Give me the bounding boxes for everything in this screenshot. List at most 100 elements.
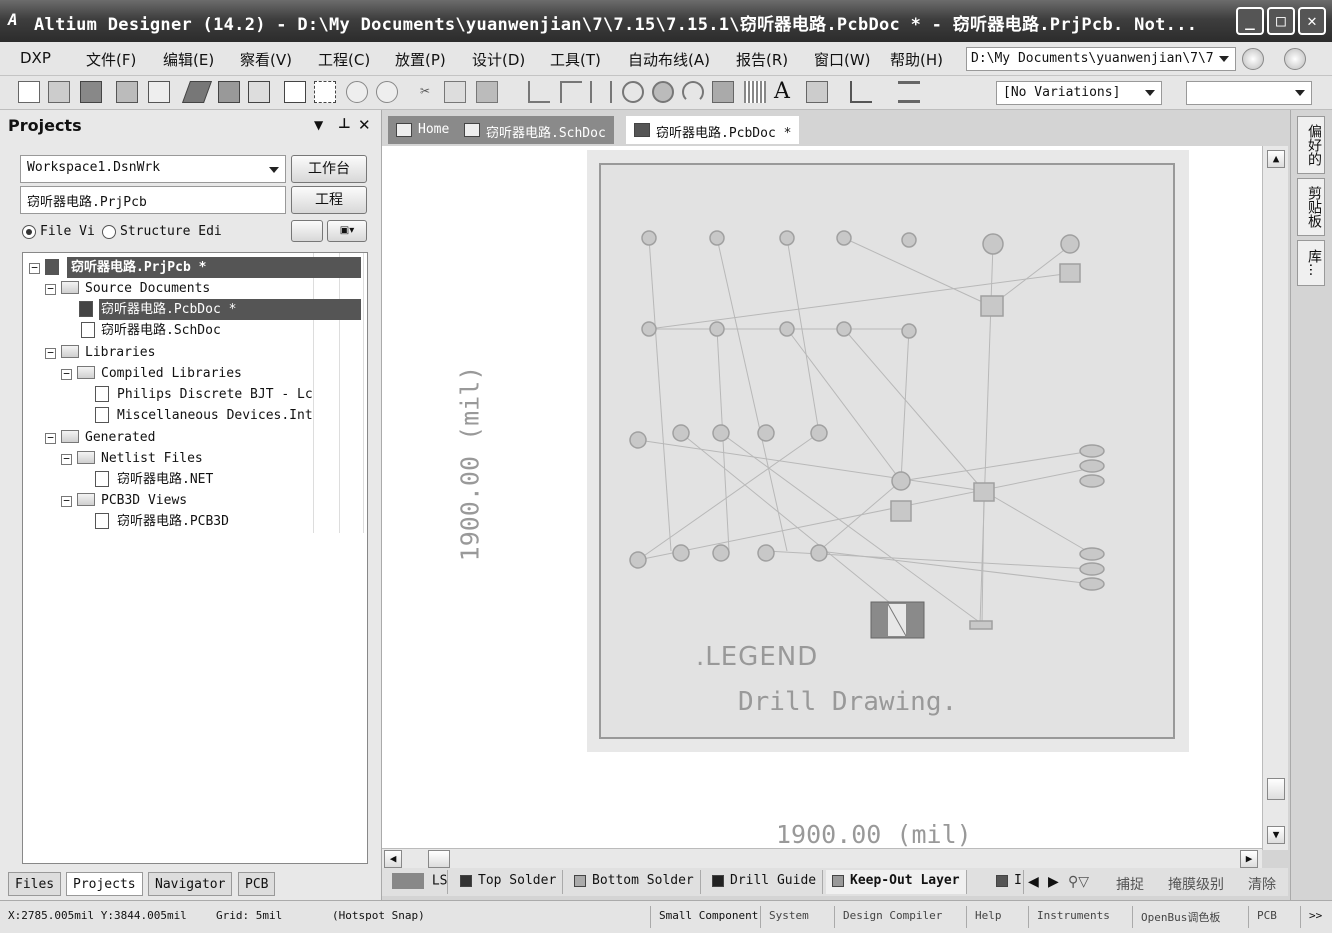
dock-clipboard[interactable]: 剪贴板 [1297,178,1325,236]
dock-libraries[interactable]: 库... [1297,240,1325,286]
collapse-icon[interactable]: − [45,283,56,295]
workspace-select[interactable]: Workspace1.DsnWrk [20,155,286,183]
project-options-icon[interactable]: ▣▾ [327,220,367,242]
paste-icon[interactable] [476,81,498,103]
panel-menu-icon[interactable]: ▼ [314,118,323,132]
menu-place[interactable]: 放置(P) [395,49,446,70]
back-icon[interactable] [1242,48,1264,70]
collapse-icon[interactable]: − [61,453,72,465]
menu-view[interactable]: 察看(V) [240,49,292,70]
variations-select[interactable]: [No Variations] [996,81,1162,105]
route-icon[interactable] [528,81,550,103]
zoom-area-icon[interactable] [314,81,336,103]
layers-icon[interactable] [181,81,213,103]
tree-item-netlist-files[interactable]: Netlist Files [101,448,203,469]
menu-autoroute[interactable]: 自动布线(A) [628,49,710,70]
scroll-left-icon[interactable]: ◀ [384,850,402,868]
tree-item-pcb3d-views[interactable]: PCB3D Views [101,490,187,511]
close-button[interactable]: ✕ [1298,7,1326,35]
board-icon[interactable] [218,81,240,103]
collapse-icon[interactable]: − [45,347,56,359]
status-openbus-button[interactable]: OpenBus调色板 [1132,906,1228,928]
menu-project[interactable]: 工程(C) [318,49,370,70]
text-icon[interactable]: A [774,81,796,103]
path-combo[interactable]: D:\My Documents\yuanwenjian\7\7 [966,47,1236,71]
status-pcb-button[interactable]: PCB [1248,906,1285,928]
snap-button[interactable]: 捕捉 [1116,874,1144,894]
workspace-button[interactable]: 工作台 [291,155,367,183]
minimize-button[interactable]: _ [1236,7,1264,35]
tab-pcbdoc[interactable]: 窃听器电路.PcbDoc * [626,116,800,144]
component-icon[interactable] [806,81,828,103]
layer-tab-drill-guide[interactable]: Drill Guide [706,870,824,894]
menu-tools[interactable]: 工具(T) [550,49,601,70]
clear-button[interactable]: 清除 [1248,874,1276,894]
tab-projects[interactable]: Projects [66,872,143,896]
pin-icon[interactable]: ⊥ [338,116,351,132]
zoom-select-icon[interactable] [346,81,368,103]
menu-help[interactable]: 帮助(H) [890,49,943,70]
status-system-button[interactable]: System [760,906,817,928]
tree-item-misc-devices[interactable]: Miscellaneous Devices.Int [117,405,313,426]
close-icon[interactable]: ✕ [358,116,371,134]
status-help-button[interactable]: Help [966,906,1010,928]
filter-icon[interactable]: ⚲▽ [1068,874,1089,890]
layer-tab-bottom-solder[interactable]: Bottom Solder [568,870,701,894]
save-icon[interactable] [80,81,102,103]
zoom-fit-icon[interactable] [284,81,306,103]
scroll-right-icon[interactable]: ▶ [1240,850,1258,868]
new-icon[interactable] [18,81,40,103]
tab-pcb[interactable]: PCB [238,872,276,896]
via-icon[interactable] [652,81,674,103]
polygon-icon[interactable] [744,81,766,103]
secondary-select[interactable] [1186,81,1312,105]
tab-navigator[interactable]: Navigator [148,872,233,896]
arc-icon[interactable] [682,81,704,103]
tab-home[interactable]: Home [388,116,458,144]
maximize-button[interactable]: □ [1267,7,1295,35]
horizontal-scrollbar[interactable]: ◀ ▶ [382,848,1262,868]
tab-schdoc[interactable]: 窃听器电路.SchDoc [456,116,614,144]
hscroll-thumb[interactable] [428,850,450,868]
tree-item-pcb3d-file[interactable]: 窃听器电路.PCB3D [117,511,229,532]
compile-icon[interactable] [291,220,323,242]
file-view-radio[interactable] [22,225,36,239]
tree-item-source-documents[interactable]: Source Documents [85,278,210,299]
align-icon[interactable] [898,81,920,103]
scroll-down-icon[interactable]: ▼ [1267,826,1285,844]
tree-item-pcbdoc[interactable]: 窃听器电路.PcbDoc * [99,299,361,320]
diff-pair-icon[interactable] [590,81,612,103]
collapse-icon[interactable]: − [61,495,72,507]
status-design-compiler-button[interactable]: Design Compiler [834,906,950,928]
status-expand-icon[interactable]: >> [1300,906,1330,928]
dock-favorites[interactable]: 偏好的 [1297,116,1325,174]
tree-item-generated[interactable]: Generated [85,427,155,448]
copy-icon[interactable] [444,81,466,103]
tree-item-project[interactable]: 窃听器电路.PrjPcb * [67,257,361,278]
print-icon[interactable] [116,81,138,103]
layer-tab-more[interactable]: I [990,870,1024,894]
layer-set-button[interactable]: LS [386,870,448,894]
project-field[interactable]: 窃听器电路.PrjPcb [20,186,286,214]
structure-editor-radio[interactable] [102,225,116,239]
open-icon[interactable] [48,81,70,103]
mask-level-button[interactable]: 掩膜级别 [1168,874,1224,894]
vertical-scrollbar[interactable]: ▲ ▼ [1262,146,1288,850]
pcb-canvas[interactable]: .LEGEND Drill Drawing. 1900.00 (mil) 190… [382,146,1270,850]
pad-icon[interactable] [622,81,644,103]
scroll-thumb[interactable] [1267,778,1285,800]
cut-icon[interactable]: ✂ [414,81,436,103]
menu-window[interactable]: 窗口(W) [814,49,871,70]
tree-item-compiled-libraries[interactable]: Compiled Libraries [101,363,242,384]
menu-edit[interactable]: 编辑(E) [163,49,214,70]
layer-next-icon[interactable]: ▶ [1048,874,1059,890]
collapse-icon[interactable]: − [29,262,40,274]
tree-item-libraries[interactable]: Libraries [85,342,155,363]
collapse-icon[interactable]: − [45,432,56,444]
layer-tab-top-solder[interactable]: Top Solder [454,870,564,894]
project-button[interactable]: 工程 [291,186,367,214]
collapse-icon[interactable]: − [61,368,72,380]
tree-item-philips-library[interactable]: Philips Discrete BJT - Lc [117,384,313,405]
print-preview-icon[interactable] [148,81,170,103]
tree-item-schdoc[interactable]: 窃听器电路.SchDoc [101,320,221,341]
